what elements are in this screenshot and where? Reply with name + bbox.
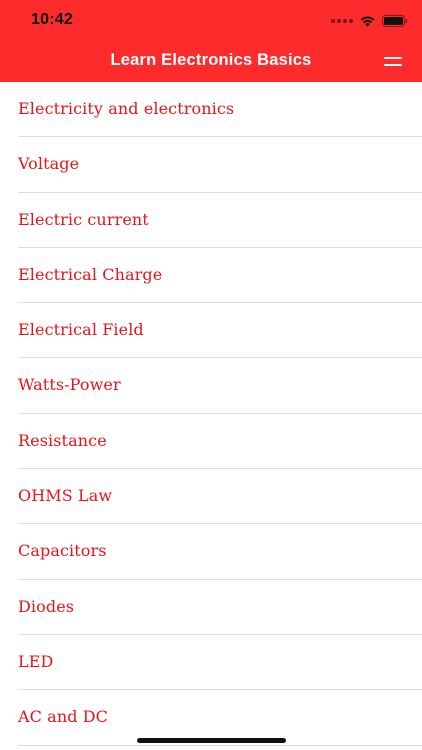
battery-icon [382, 15, 408, 27]
list-item-voltage[interactable]: Voltage [0, 137, 422, 193]
list-item-label: Electrical Field [18, 320, 144, 340]
list-item-electrical-charge[interactable]: Electrical Charge [0, 248, 422, 304]
status-time: 10:42 [31, 11, 73, 28]
list-item-watts-power[interactable]: Watts-Power [0, 358, 422, 415]
list-item-ohms-law[interactable]: OHMS Law [0, 469, 422, 525]
list-item-electricity-and-electronics[interactable]: Electricity and electronics [0, 82, 422, 138]
navigation-bar: Learn Electronics Basics [0, 44, 422, 82]
list-item-electric-current[interactable]: Electric current [0, 193, 422, 249]
home-indicator[interactable] [137, 738, 286, 743]
list-item-resistance[interactable]: Resistance [0, 414, 422, 470]
list-item-label: Watts-Power [18, 375, 121, 395]
wifi-icon [360, 16, 375, 27]
topic-list: Electricity and electronics Voltage Elec… [0, 82, 422, 746]
list-item-label: Electrical Charge [18, 264, 163, 284]
list-item-label: Resistance [18, 430, 107, 450]
cellular-signal-icon [331, 19, 353, 23]
menu-button[interactable] [384, 55, 402, 69]
hamburger-menu-icon [384, 57, 402, 59]
list-item-label: Capacitors [18, 541, 107, 561]
list-item-label: Diodes [18, 596, 75, 616]
list-item-label: Voltage [18, 154, 80, 174]
list-item-electrical-field[interactable]: Electrical Field [0, 303, 422, 359]
list-item-label: Electric current [18, 209, 149, 229]
status-icons [331, 13, 408, 29]
status-bar: 10:42 [0, 0, 422, 44]
list-item-capacitors[interactable]: Capacitors [0, 524, 422, 580]
list-item-diodes[interactable]: Diodes [0, 580, 422, 636]
page-title: Learn Electronics Basics [110, 51, 312, 69]
list-item-label: OHMS Law [18, 486, 113, 506]
list-item-label: Electricity and electronics [18, 99, 235, 118]
list-item-label: LED [18, 651, 54, 671]
hamburger-menu-icon-line [384, 64, 402, 66]
list-item-label: AC and DC [18, 707, 109, 727]
list-item-led[interactable]: LED [0, 635, 422, 691]
